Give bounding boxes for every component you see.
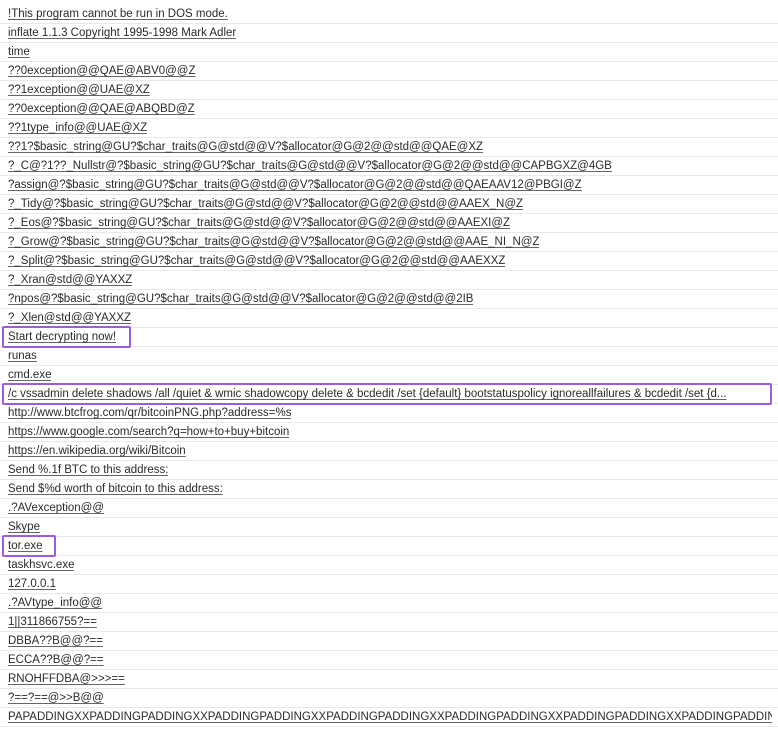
- string-value[interactable]: ??0exception@@QAE@ABV0@@Z: [8, 64, 196, 78]
- string-value[interactable]: ?_Split@?$basic_string@GU?$char_traits@G…: [8, 254, 505, 268]
- string-value[interactable]: RNOHFFDBA@>>>==: [8, 672, 125, 686]
- string-value[interactable]: 127.0.0.1: [8, 577, 56, 591]
- string-value[interactable]: /c vssadmin delete shadows /all /quiet &…: [8, 387, 727, 401]
- string-row[interactable]: ?npos@?$basic_string@GU?$char_traits@G@s…: [0, 290, 778, 309]
- string-value[interactable]: ?_Eos@?$basic_string@GU?$char_traits@G@s…: [8, 216, 510, 230]
- string-row[interactable]: ?_Xlen@std@@YAXXZ: [0, 309, 778, 328]
- strings-list: !This program cannot be run in DOS mode.…: [0, 5, 778, 727]
- string-value[interactable]: https://www.google.com/search?q=how+to+b…: [8, 425, 289, 439]
- string-row[interactable]: Start decrypting now!: [0, 326, 778, 348]
- string-row[interactable]: 1||311866755?==: [0, 613, 778, 632]
- string-row[interactable]: Send %.1f BTC to this address:: [0, 461, 778, 480]
- string-row[interactable]: https://en.wikipedia.org/wiki/Bitcoin: [0, 442, 778, 461]
- string-value[interactable]: !This program cannot be run in DOS mode.: [8, 7, 228, 21]
- string-row[interactable]: ?assign@?$basic_string@GU?$char_traits@G…: [0, 176, 778, 195]
- string-value[interactable]: ??1type_info@@UAE@XZ: [8, 121, 147, 135]
- string-row[interactable]: DBBA??B@@?==: [0, 632, 778, 651]
- string-row[interactable]: cmd.exe: [0, 366, 778, 385]
- string-row[interactable]: ??1?$basic_string@GU?$char_traits@G@std@…: [0, 138, 778, 157]
- string-row[interactable]: ??0exception@@QAE@ABQBD@Z: [0, 100, 778, 119]
- string-row[interactable]: time: [0, 43, 778, 62]
- string-row[interactable]: ??1type_info@@UAE@XZ: [0, 119, 778, 138]
- string-value[interactable]: taskhsvc.exe: [8, 558, 74, 572]
- string-value[interactable]: .?AVexception@@: [8, 501, 104, 515]
- string-value[interactable]: time: [8, 45, 30, 59]
- string-value[interactable]: 1||311866755?==: [8, 615, 97, 629]
- string-value[interactable]: http://www.btcfrog.com/qr/bitcoinPNG.php…: [8, 406, 291, 420]
- string-row[interactable]: .?AVexception@@: [0, 499, 778, 518]
- string-row[interactable]: RNOHFFDBA@>>>==: [0, 670, 778, 689]
- string-value[interactable]: ?_Xlen@std@@YAXXZ: [8, 311, 131, 325]
- string-row[interactable]: https://www.google.com/search?q=how+to+b…: [0, 423, 778, 442]
- string-value[interactable]: tor.exe: [8, 539, 43, 553]
- string-value[interactable]: ??1exception@@UAE@XZ: [8, 83, 150, 97]
- string-value[interactable]: ?_Tidy@?$basic_string@GU?$char_traits@G@…: [8, 197, 523, 211]
- string-row[interactable]: http://www.btcfrog.com/qr/bitcoinPNG.php…: [0, 404, 778, 423]
- string-value[interactable]: cmd.exe: [8, 368, 51, 382]
- string-value[interactable]: ?npos@?$basic_string@GU?$char_traits@G@s…: [8, 292, 473, 306]
- string-row[interactable]: !This program cannot be run in DOS mode.: [0, 5, 778, 24]
- string-value[interactable]: ?_Xran@std@@YAXXZ: [8, 273, 132, 287]
- string-value[interactable]: ECCA??B@@?==: [8, 653, 104, 667]
- string-row[interactable]: ?_Eos@?$basic_string@GU?$char_traits@G@s…: [0, 214, 778, 233]
- string-value[interactable]: ?assign@?$basic_string@GU?$char_traits@G…: [8, 178, 582, 192]
- string-row[interactable]: /c vssadmin delete shadows /all /quiet &…: [0, 383, 778, 405]
- string-row[interactable]: PAPADDINGXXPADDINGPADDINGXXPADDINGPADDIN…: [0, 708, 778, 727]
- string-row[interactable]: ECCA??B@@?==: [0, 651, 778, 670]
- string-value[interactable]: https://en.wikipedia.org/wiki/Bitcoin: [8, 444, 186, 458]
- string-value[interactable]: ??0exception@@QAE@ABQBD@Z: [8, 102, 195, 116]
- string-value[interactable]: ??1?$basic_string@GU?$char_traits@G@std@…: [8, 140, 483, 154]
- string-value[interactable]: Skype: [8, 520, 40, 534]
- string-row[interactable]: inflate 1.1.3 Copyright 1995-1998 Mark A…: [0, 24, 778, 43]
- string-row[interactable]: taskhsvc.exe: [0, 556, 778, 575]
- string-value[interactable]: DBBA??B@@?==: [8, 634, 103, 648]
- string-row[interactable]: ?==?==@>>B@@: [0, 689, 778, 708]
- string-value[interactable]: runas: [8, 349, 37, 363]
- string-row[interactable]: Skype: [0, 518, 778, 537]
- string-row[interactable]: ?_Grow@?$basic_string@GU?$char_traits@G@…: [0, 233, 778, 252]
- string-value[interactable]: .?AVtype_info@@: [8, 596, 102, 610]
- string-value[interactable]: Start decrypting now!: [8, 330, 116, 344]
- string-row[interactable]: ??1exception@@UAE@XZ: [0, 81, 778, 100]
- string-value[interactable]: ?==?==@>>B@@: [8, 691, 104, 705]
- string-row[interactable]: tor.exe: [0, 535, 778, 557]
- string-value[interactable]: inflate 1.1.3 Copyright 1995-1998 Mark A…: [8, 26, 236, 40]
- string-value[interactable]: PAPADDINGXXPADDINGPADDINGXXPADDINGPADDIN…: [8, 710, 772, 724]
- string-row[interactable]: ??0exception@@QAE@ABV0@@Z: [0, 62, 778, 81]
- string-row[interactable]: runas: [0, 347, 778, 366]
- string-value[interactable]: Send $%d worth of bitcoin to this addres…: [8, 482, 223, 496]
- string-value[interactable]: Send %.1f BTC to this address:: [8, 463, 168, 477]
- string-row[interactable]: ?_Tidy@?$basic_string@GU?$char_traits@G@…: [0, 195, 778, 214]
- string-row[interactable]: Send $%d worth of bitcoin to this addres…: [0, 480, 778, 499]
- string-row[interactable]: ?_C@?1??_Nullstr@?$basic_string@GU?$char…: [0, 157, 778, 176]
- string-row[interactable]: 127.0.0.1: [0, 575, 778, 594]
- string-row[interactable]: ?_Xran@std@@YAXXZ: [0, 271, 778, 290]
- string-value[interactable]: ?_Grow@?$basic_string@GU?$char_traits@G@…: [8, 235, 539, 249]
- string-row[interactable]: .?AVtype_info@@: [0, 594, 778, 613]
- string-value[interactable]: ?_C@?1??_Nullstr@?$basic_string@GU?$char…: [8, 159, 612, 173]
- string-row[interactable]: ?_Split@?$basic_string@GU?$char_traits@G…: [0, 252, 778, 271]
